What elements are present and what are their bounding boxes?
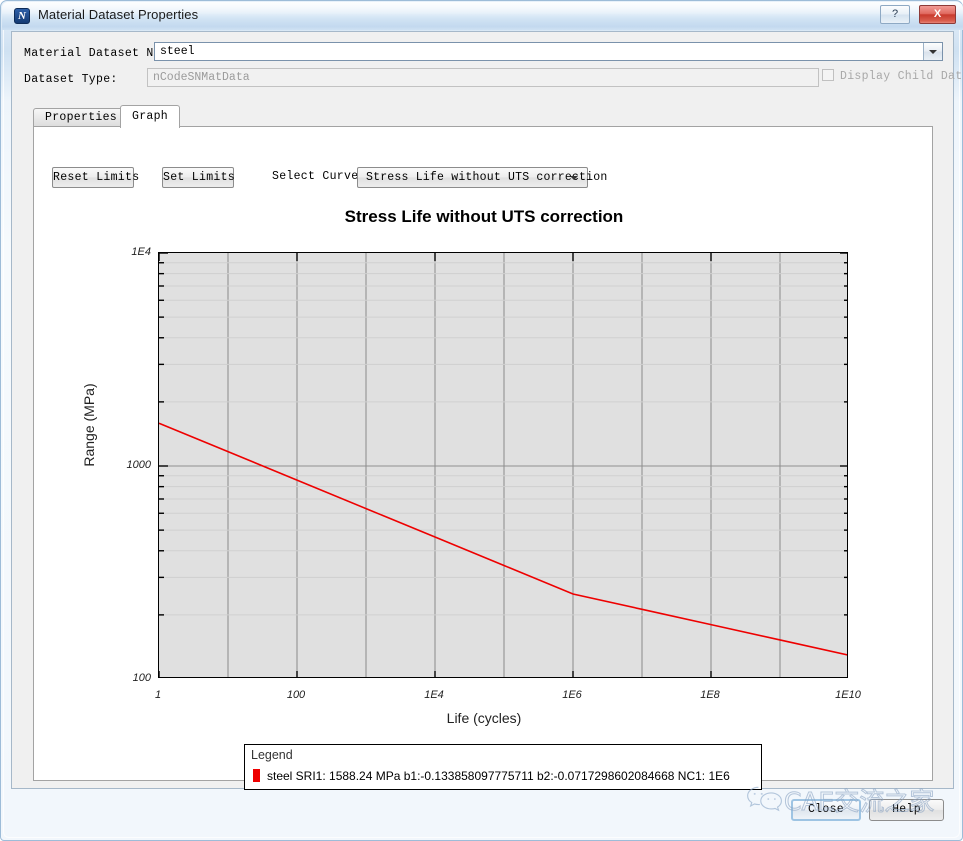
titlebar-close-button[interactable]: X <box>919 5 956 24</box>
plot-area[interactable] <box>158 252 848 678</box>
dataset-type-label: Dataset Type: <box>24 73 118 86</box>
legend-title: Legend <box>251 748 293 762</box>
dataset-type-value: nCodeSNMatData <box>153 71 250 84</box>
chart: Stress Life without UTS correction Range… <box>34 127 934 782</box>
y-tick-label: 1E4 <box>131 246 151 258</box>
y-tick-label: 1000 <box>126 459 151 471</box>
x-tick-label: 1E10 <box>835 689 861 701</box>
tab-graph[interactable]: Graph <box>120 105 181 128</box>
application-window: N Material Dataset Properties ? X Materi… <box>0 0 963 841</box>
dataset-name-value: steel <box>160 45 195 58</box>
dataset-name-dropdown-button[interactable] <box>923 43 942 60</box>
chart-title: Stress Life without UTS correction <box>344 207 624 226</box>
tab-strip: Properties Graph <box>33 105 933 128</box>
dataset-name-combobox[interactable]: steel <box>154 42 943 61</box>
window-title: Material Dataset Properties <box>38 7 199 22</box>
app-icon-glyph: N <box>18 10 26 22</box>
x-tick-label: 1 <box>154 689 162 701</box>
chart-y-axis-label: Range (MPa) <box>81 383 97 467</box>
dialog-client-area: Material Dataset Name: steel Dataset Typ… <box>11 31 963 790</box>
legend-color-swatch <box>253 769 260 782</box>
graph-tab-panel: Reset Limits Set Limits Select Curve Str… <box>33 126 934 790</box>
x-tick-label: 100 <box>286 689 306 701</box>
dataset-type-field: nCodeSNMatData <box>147 68 819 87</box>
chart-legend: Legend steel SRI1: 1588.24 MPa b1:-0.133… <box>244 744 762 790</box>
ncode-app-icon: N <box>14 8 30 24</box>
help-button[interactable]: Help <box>869 799 944 821</box>
x-tick-label: 1E4 <box>424 689 444 701</box>
chevron-down-icon <box>929 49 937 54</box>
close-button[interactable]: Close <box>791 799 861 821</box>
plot-svg <box>159 253 847 677</box>
x-tick-label: 1E8 <box>700 689 720 701</box>
display-child-data-checkbox[interactable] <box>822 69 834 81</box>
titlebar-help-button[interactable]: ? <box>880 5 910 24</box>
display-child-data-label: Display Child Data <box>840 70 963 83</box>
legend-entry-text: steel SRI1: 1588.24 MPa b1:-0.1338580977… <box>267 769 730 783</box>
x-tick-label: 1E6 <box>562 689 582 701</box>
y-tick-label: 100 <box>132 672 151 684</box>
tab-properties[interactable]: Properties <box>33 108 130 127</box>
title-bar: N Material Dataset Properties ? X <box>2 2 963 30</box>
chart-x-axis-label: Life (cycles) <box>446 710 522 726</box>
